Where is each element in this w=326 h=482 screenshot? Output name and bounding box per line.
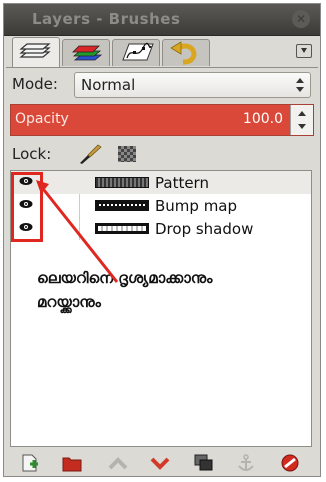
layer-row-drop-shadow[interactable]: Drop shadow	[11, 217, 311, 240]
window-title: Layers - Brushes	[32, 10, 181, 28]
tab-menu-button[interactable]	[296, 44, 312, 58]
channels-icon	[72, 45, 103, 61]
annotation-line-1: ലെയറിനെ ദൃശ്യമാക്കാനും	[37, 269, 213, 287]
new-layer-group-icon[interactable]	[62, 454, 82, 472]
up-down-arrows-icon	[296, 78, 304, 92]
mode-label: Mode:	[12, 75, 58, 93]
layer-name[interactable]: Bump map	[155, 197, 237, 215]
anchor-layer-icon[interactable]	[236, 454, 256, 472]
visibility-highlight-box	[11, 172, 43, 242]
lock-alpha-checker-icon[interactable]	[118, 146, 136, 162]
lock-pixels-brush-icon[interactable]	[76, 143, 104, 165]
raise-layer-icon[interactable]	[108, 454, 128, 472]
paths-tab[interactable]	[112, 39, 160, 66]
layer-thumbnail	[95, 223, 149, 234]
lock-label: Lock:	[12, 145, 52, 163]
layer-row-pattern[interactable]: Pattern	[11, 171, 311, 194]
tabs-divider	[6, 67, 318, 68]
mode-select[interactable]: Normal	[74, 72, 311, 98]
mode-value: Normal	[81, 76, 136, 94]
layers-tab[interactable]	[12, 37, 60, 68]
spin-arrows-icon	[298, 111, 306, 129]
new-layer-icon[interactable]	[20, 454, 40, 472]
opacity-slider[interactable]: Opacity 100.0	[10, 104, 314, 136]
layer-name[interactable]: Drop shadow	[155, 220, 253, 238]
layer-row-bump-map[interactable]: Bump map	[11, 194, 311, 217]
paths-icon	[122, 42, 154, 61]
opacity-spinner[interactable]	[290, 105, 313, 135]
close-icon[interactable]: ✕	[292, 10, 310, 28]
delete-layer-icon[interactable]	[280, 454, 300, 472]
layers-list: Pattern Bump map Drop shadow ലെയറിനെ ദൃശ…	[10, 170, 312, 447]
lower-layer-icon[interactable]	[150, 454, 170, 472]
layer-name[interactable]: Pattern	[155, 174, 209, 192]
title-bar: Layers - Brushes ✕	[4, 4, 320, 36]
opacity-value: 100.0	[242, 111, 283, 127]
annotation-line-2: മറയ്ക്കാനും	[37, 293, 101, 311]
opacity-label: Opacity	[15, 111, 69, 127]
undo-icon	[170, 41, 197, 65]
layers-icon	[19, 43, 51, 58]
layers-toolbar	[10, 450, 312, 478]
layer-thumbnail	[95, 177, 149, 188]
channels-tab[interactable]	[62, 39, 110, 66]
dock-tabs	[6, 36, 318, 68]
undo-history-tab[interactable]	[162, 39, 210, 66]
duplicate-layer-icon[interactable]	[194, 454, 214, 472]
layer-thumbnail	[95, 200, 149, 211]
